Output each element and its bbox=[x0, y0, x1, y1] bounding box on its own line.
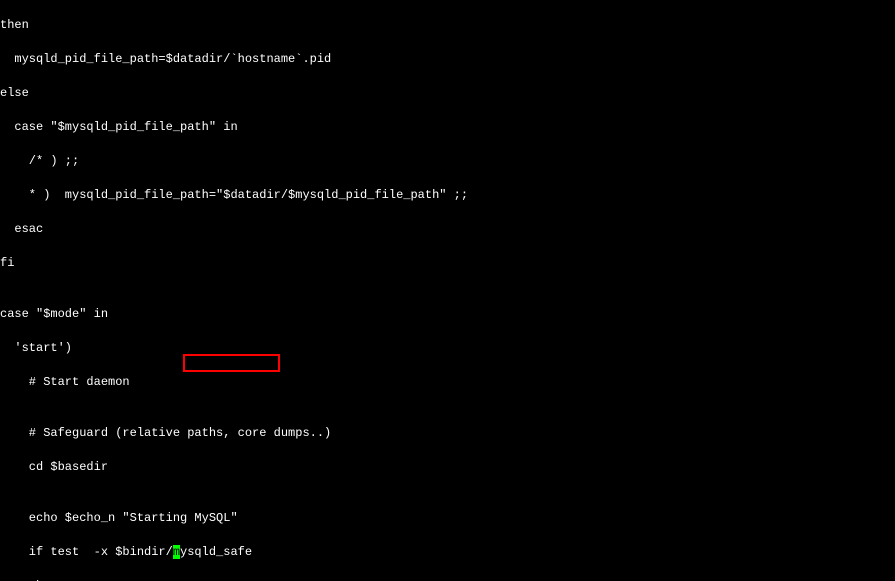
code-line: esac bbox=[0, 221, 895, 238]
code-line: echo $echo_n "Starting MySQL" bbox=[0, 510, 895, 527]
code-line: fi bbox=[0, 255, 895, 272]
code-line: then bbox=[0, 17, 895, 34]
highlight-box bbox=[183, 354, 280, 372]
code-line: cd $basedir bbox=[0, 459, 895, 476]
code-line: # Safeguard (relative paths, core dumps.… bbox=[0, 425, 895, 442]
terminal-code[interactable]: then mysqld_pid_file_path=$datadir/`host… bbox=[0, 0, 895, 581]
code-line: case "$mode" in bbox=[0, 306, 895, 323]
code-line: mysqld_pid_file_path=$datadir/`hostname`… bbox=[0, 51, 895, 68]
code-pre-cursor: if test -x $bindir/ bbox=[0, 545, 173, 559]
code-line: else bbox=[0, 85, 895, 102]
code-line: case "$mysqld_pid_file_path" in bbox=[0, 119, 895, 136]
code-line: 'start') bbox=[0, 340, 895, 357]
code-line-cursor: if test -x $bindir/mysqld_safe bbox=[0, 544, 895, 561]
code-line: /* ) ;; bbox=[0, 153, 895, 170]
terminal-cursor: m bbox=[173, 545, 180, 559]
code-post-cursor: ysqld_safe bbox=[180, 545, 252, 559]
code-line: * ) mysqld_pid_file_path="$datadir/$mysq… bbox=[0, 187, 895, 204]
code-line: # Start daemon bbox=[0, 374, 895, 391]
